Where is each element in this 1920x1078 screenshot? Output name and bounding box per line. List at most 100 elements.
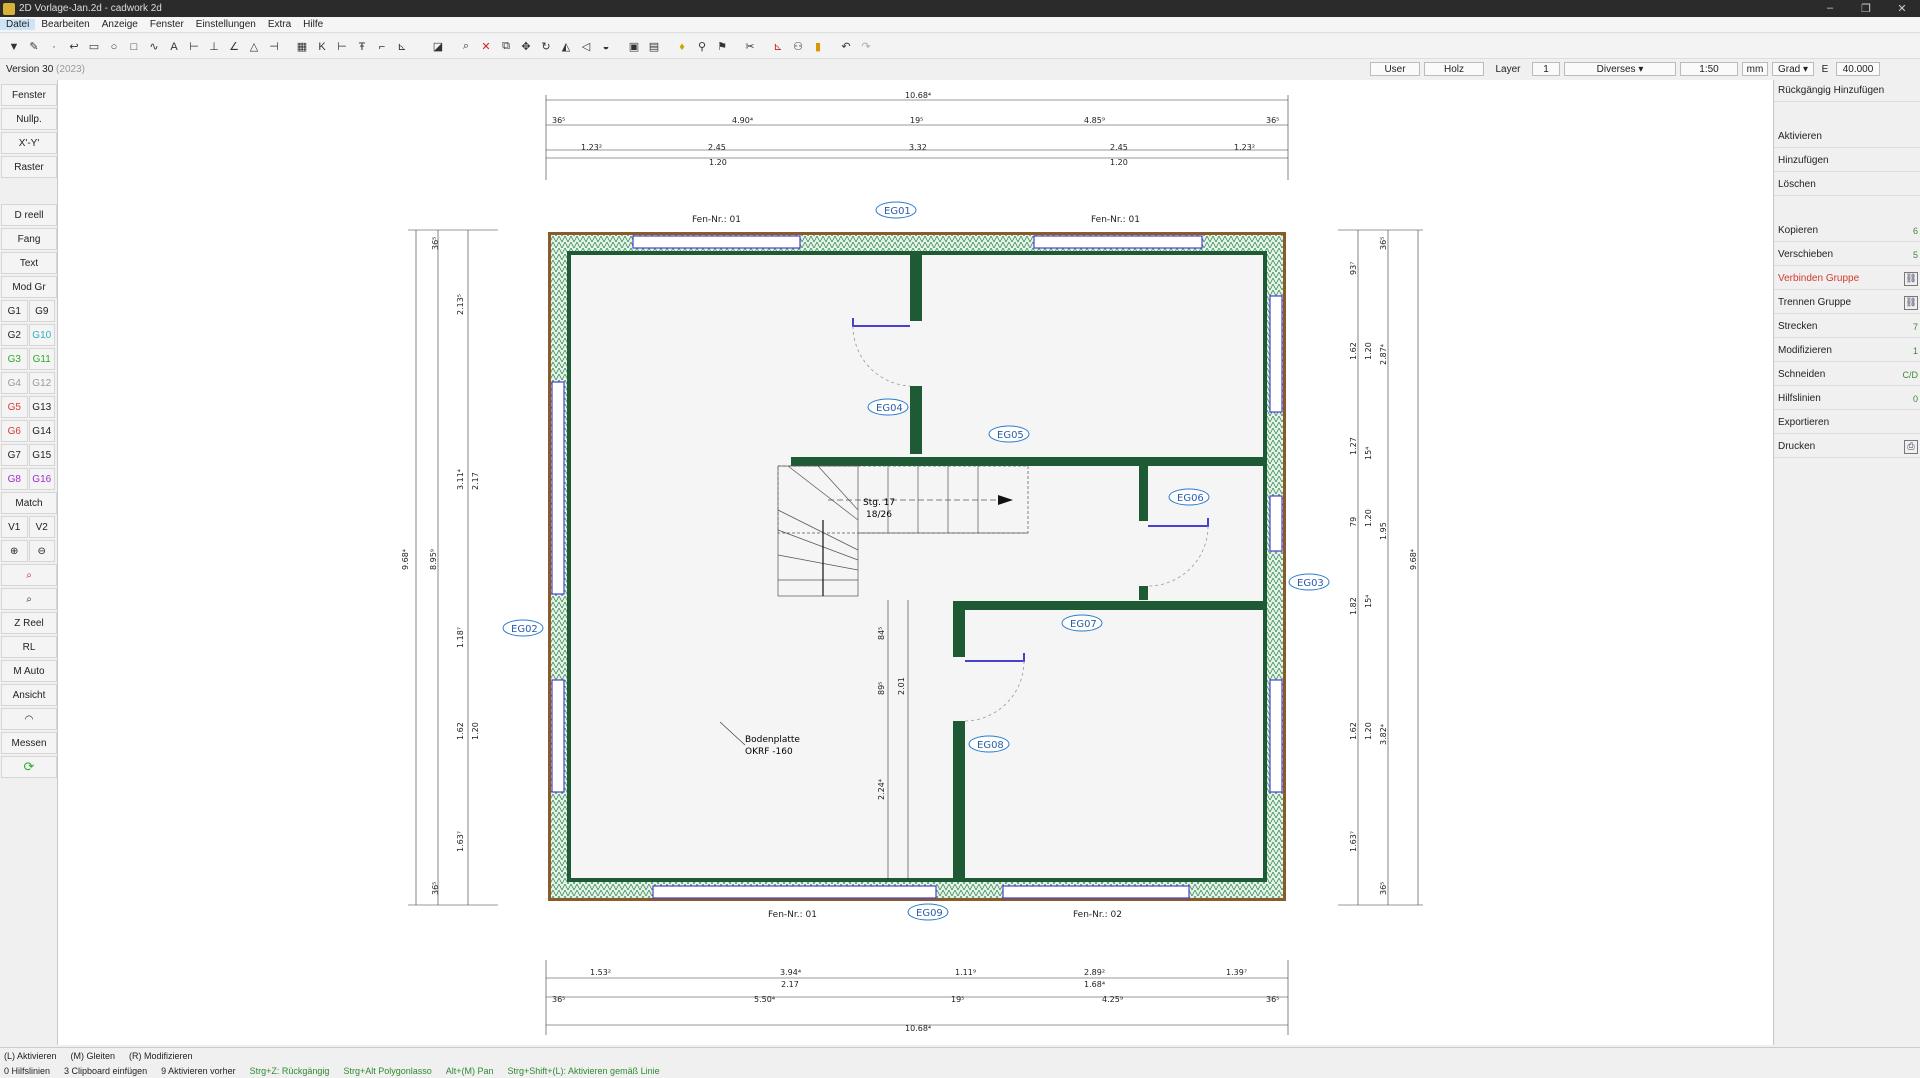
fenster-button[interactable]: Fenster <box>1 84 57 106</box>
modgr-button[interactable]: Mod Gr <box>1 276 57 298</box>
layer-field[interactable]: 1 <box>1532 62 1560 76</box>
nullpunkt-button[interactable]: Nullp. <box>1 108 57 130</box>
export-item[interactable]: Exportieren <box>1774 412 1920 434</box>
group-g16[interactable]: G16 <box>28 468 55 490</box>
marker-icon[interactable]: ⚑ <box>714 39 730 55</box>
material-field[interactable]: Holz <box>1424 62 1484 76</box>
group-g5[interactable]: G5 <box>1 396 28 418</box>
light-icon[interactable]: ♦ <box>674 39 690 55</box>
rotate-icon[interactable]: ↻ <box>538 39 554 55</box>
e-field[interactable]: 40.000 <box>1836 62 1880 76</box>
text-button[interactable]: Text <box>1 252 57 274</box>
dimension-triangle-icon[interactable]: △ <box>246 39 262 55</box>
pin-icon[interactable]: ⚲ <box>694 39 710 55</box>
delete-icon[interactable]: ✕ <box>478 39 494 55</box>
close-button[interactable]: ✕ <box>1884 2 1920 15</box>
angle-select[interactable]: Grad ▾ <box>1772 62 1814 76</box>
dimension-angle-icon[interactable]: ∠ <box>226 39 242 55</box>
menu-bearbeiten[interactable]: Bearbeiten <box>35 19 95 30</box>
ansicht-button[interactable]: Ansicht <box>1 684 57 706</box>
group-g6[interactable]: G6 <box>1 420 28 442</box>
filter-icon[interactable]: ▼ <box>6 39 22 55</box>
group-g8[interactable]: G8 <box>1 468 28 490</box>
zoom-out-icon[interactable]: ⊖ <box>28 540 55 562</box>
group-icon[interactable]: ▣ <box>626 39 642 55</box>
xy-button[interactable]: X'-Y' <box>1 132 57 154</box>
diverses-select[interactable]: Diverses ▾ <box>1564 62 1676 76</box>
group-g12[interactable]: G12 <box>28 372 55 394</box>
group-g13[interactable]: G13 <box>28 396 55 418</box>
pencil-icon[interactable]: ✎ <box>26 39 42 55</box>
dimension-vertical-icon[interactable]: ⊥ <box>206 39 222 55</box>
scale-field[interactable]: 1:50 <box>1680 62 1738 76</box>
point-icon[interactable]: · <box>46 39 62 55</box>
menu-einstellungen[interactable]: Einstellungen <box>190 19 262 30</box>
layers-icon[interactable]: ◪ <box>430 39 446 55</box>
offset-icon[interactable]: ◒ <box>598 39 614 55</box>
axis-icon[interactable]: ⊾ <box>770 39 786 55</box>
zoom-window-icon[interactable]: ⌕ <box>1 564 57 586</box>
user-field[interactable]: User <box>1370 62 1420 76</box>
messen-button[interactable]: Messen <box>1 732 57 754</box>
copy-item[interactable]: Kopieren 6 <box>1774 220 1920 242</box>
curve-icon[interactable]: ∿ <box>146 39 162 55</box>
kat-icon[interactable]: K <box>314 39 330 55</box>
group-g2[interactable]: G2 <box>1 324 28 346</box>
match-button[interactable]: Match <box>1 492 57 514</box>
raster-button[interactable]: Raster <box>1 156 57 178</box>
move-item[interactable]: Verschieben 5 <box>1774 244 1920 266</box>
cut-item[interactable]: Schneiden C/D <box>1774 364 1920 386</box>
refresh-icon[interactable]: ⟳ <box>1 756 57 778</box>
ungroup-icon[interactable]: ▤ <box>646 39 662 55</box>
dimension-icon[interactable]: ⊢ <box>186 39 202 55</box>
measure-icon[interactable]: ⊢ <box>334 39 350 55</box>
text-format-icon[interactable]: Ŧ <box>354 39 370 55</box>
menu-datei[interactable]: Datei <box>0 19 36 30</box>
group-g14[interactable]: G14 <box>28 420 55 442</box>
mauto-button[interactable]: M Auto <box>1 660 57 682</box>
group-g11[interactable]: G11 <box>28 348 55 370</box>
brush-icon[interactable]: ▮ <box>810 39 826 55</box>
v2-button[interactable]: V2 <box>28 516 55 538</box>
activate-item[interactable]: Aktivieren <box>1774 126 1920 148</box>
menu-extra[interactable]: Extra <box>262 19 297 30</box>
rl-button[interactable]: RL <box>1 636 57 658</box>
group-g1[interactable]: G1 <box>1 300 28 322</box>
group-g10[interactable]: G10 <box>28 324 55 346</box>
move-icon[interactable]: ✥ <box>518 39 534 55</box>
undo-icon[interactable]: ↶ <box>838 39 854 55</box>
line-icon[interactable]: ↩ <box>66 39 82 55</box>
redo-icon[interactable]: ↷ <box>858 39 874 55</box>
helplines-item[interactable]: Hilfslinien 0 <box>1774 388 1920 410</box>
modify-item[interactable]: Modifizieren 1 <box>1774 340 1920 362</box>
minimize-button[interactable]: – <box>1812 2 1848 15</box>
drawing-canvas[interactable]: Stg. 17 18/26 EG01 EG02 EG03 EG04 EG05 E… <box>58 80 1773 1045</box>
text-icon[interactable]: A <box>166 39 182 55</box>
undo-add-item[interactable]: Rückgängig Hinzufügen <box>1774 80 1920 102</box>
catalog-icon[interactable]: ▦ <box>294 39 310 55</box>
group-g15[interactable]: G15 <box>28 444 55 466</box>
unit-field[interactable]: mm <box>1742 62 1768 76</box>
dreell-button[interactable]: D reell <box>1 204 57 226</box>
stretch-item[interactable]: Strecken 7 <box>1774 316 1920 338</box>
zoom-in-icon[interactable]: ⊕ <box>1 540 28 562</box>
maximize-button[interactable]: ❐ <box>1848 2 1884 15</box>
add-item[interactable]: Hinzufügen <box>1774 150 1920 172</box>
menu-hilfe[interactable]: Hilfe <box>297 19 329 30</box>
scissors-icon[interactable]: ✂ <box>742 39 758 55</box>
stretch-icon[interactable]: ◁ <box>578 39 594 55</box>
protractor-icon[interactable]: ◠ <box>1 708 57 730</box>
polygon-icon[interactable]: ▭ <box>86 39 102 55</box>
group-g9[interactable]: G9 <box>28 300 55 322</box>
anchor-icon[interactable]: ⊾ <box>394 39 410 55</box>
mirror-icon[interactable]: ◭ <box>558 39 574 55</box>
dimension-chain-icon[interactable]: ⊣ <box>266 39 282 55</box>
circle-icon[interactable]: ○ <box>106 39 122 55</box>
connect-group-item[interactable]: Verbinden Gruppe ⛓ <box>1774 268 1920 290</box>
zreel-button[interactable]: Z Reel <box>1 612 57 634</box>
v1-button[interactable]: V1 <box>1 516 28 538</box>
zoom-all-icon[interactable]: ⌕ <box>1 588 57 610</box>
group-g4[interactable]: G4 <box>1 372 28 394</box>
binoculars-icon[interactable]: ⚇ <box>790 39 806 55</box>
delete-item[interactable]: Löschen <box>1774 174 1920 196</box>
